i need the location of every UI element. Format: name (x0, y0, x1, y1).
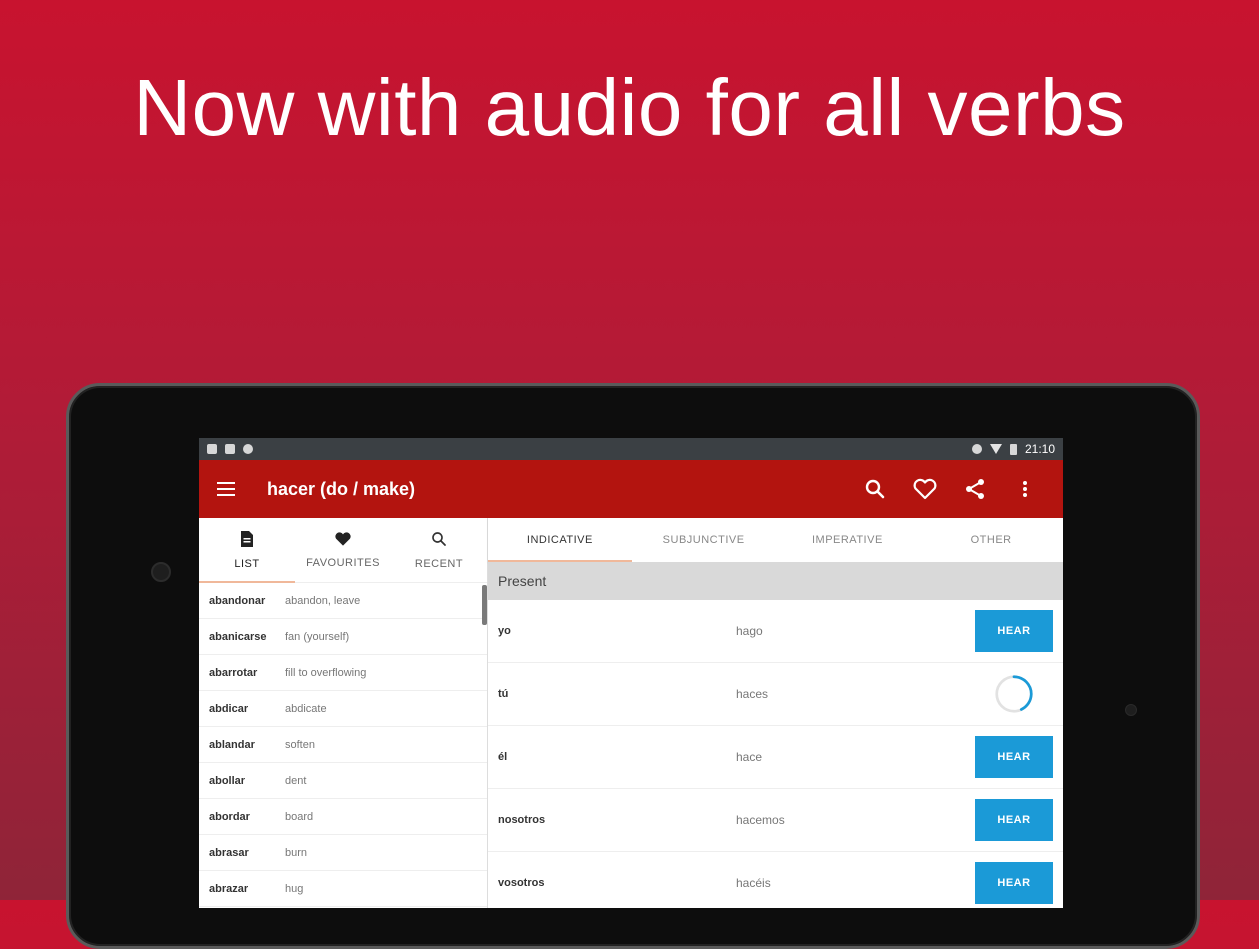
conjugated-form: hago (736, 624, 763, 638)
hear-button[interactable]: HEAR (975, 862, 1053, 904)
tab-subjunctive[interactable]: SUBJUNCTIVE (632, 518, 776, 562)
status-bar: 21:10 (199, 438, 1063, 460)
mood-tabs: INDICATIVE SUBJUNCTIVE IMPERATIVE OTHER (488, 518, 1063, 562)
pronoun: vosotros (498, 877, 545, 889)
tab-label: LIST (234, 558, 260, 570)
hear-button[interactable]: HEAR (975, 799, 1053, 841)
pronoun: yo (498, 625, 511, 637)
verb-list-pane: LIST FAVOURITES RECENT abandonar abandon,… (199, 518, 488, 908)
verb-infinitive: abordar (209, 810, 250, 823)
loading-spinner (975, 673, 1053, 715)
heart-icon[interactable] (905, 469, 945, 509)
battery-icon (1009, 443, 1017, 455)
verb-infinitive: ablandar (209, 738, 255, 751)
headline: Now with audio for all verbs (133, 63, 1126, 152)
app-title: hacer (do / make) (267, 478, 416, 499)
sensor-dot (1125, 704, 1137, 716)
conjugation-row: tú haces (488, 663, 1063, 726)
conjugation-row: él hace HEAR (488, 726, 1063, 789)
conjugated-form: hace (736, 750, 763, 764)
verb-list: abandonar abandon, leave abanicarse fan (y… (199, 583, 487, 907)
verb-translation: board (285, 810, 314, 823)
verb-translation: dent (285, 774, 307, 787)
verb-translation: fill to overflowing (285, 666, 367, 679)
tablet-frame: 21:10 hacer (do / make) LIST FAVOURITES … (66, 383, 1200, 949)
spinner-icon (995, 675, 1033, 713)
hear-button[interactable]: HEAR (975, 736, 1053, 778)
list-item[interactable]: abandonar abandon, leave (199, 583, 487, 619)
conjugation-row: yo hago HEAR (488, 600, 1063, 663)
search-recent-icon (432, 532, 446, 546)
app-screen: 21:10 hacer (do / make) LIST FAVOURITES … (199, 438, 1063, 908)
verb-infinitive: abanicarse (209, 630, 267, 643)
verb-infinitive: abdicar (209, 702, 249, 715)
menu-icon[interactable] (217, 482, 235, 496)
tab-indicative[interactable]: INDICATIVE (488, 518, 632, 562)
verb-infinitive: abandonar (209, 594, 266, 607)
verb-translation: burn (285, 846, 308, 859)
verb-infinitive: abarrotar (209, 666, 258, 679)
tab-label: RECENT (414, 558, 464, 570)
notification-icon (207, 444, 217, 454)
conjugated-form: hacéis (736, 876, 771, 890)
tense-header: Present (488, 562, 1063, 600)
verb-infinitive: abrasar (209, 846, 249, 859)
list-item[interactable]: abordar board (199, 799, 487, 835)
list-item[interactable]: abrazar hug (199, 871, 487, 907)
list-item[interactable]: abdicar abdicate (199, 691, 487, 727)
list-item[interactable]: ablandar soften (199, 727, 487, 763)
verb-infinitive: abollar (209, 774, 246, 787)
pronoun: tú (498, 688, 509, 700)
list-item[interactable]: abollar dent (199, 763, 487, 799)
pronoun: él (498, 751, 508, 763)
pronoun: nosotros (498, 814, 546, 826)
scrollbar[interactable] (482, 585, 487, 625)
tab-favourites[interactable]: FAVOURITES (295, 518, 391, 582)
verb-translation: fan (yourself) (285, 630, 350, 643)
conjugation-pane: INDICATIVE SUBJUNCTIVE IMPERATIVE OTHER … (488, 518, 1063, 908)
verb-translation: soften (285, 738, 315, 751)
tab-label: FAVOURITES (306, 557, 380, 569)
conjugation-row: nosotros hacemos HEAR (488, 789, 1063, 852)
list-item[interactable]: abrasar burn (199, 835, 487, 871)
tab-other[interactable]: OTHER (919, 518, 1063, 562)
verb-translation: abdicate (285, 702, 327, 715)
share-icon[interactable] (955, 469, 995, 509)
heart-icon (335, 532, 351, 546)
tab-imperative[interactable]: IMPERATIVE (776, 518, 920, 562)
more-vert-icon[interactable] (1005, 469, 1045, 509)
android-icon (225, 444, 235, 454)
list-item[interactable]: abarrotar fill to overflowing (199, 655, 487, 691)
conjugated-form: hacemos (736, 813, 785, 827)
notification-icon (243, 444, 253, 454)
status-time: 21:10 (1024, 442, 1055, 456)
verb-infinitive: abrazar (209, 882, 249, 895)
search-icon[interactable] (855, 469, 895, 509)
dnd-icon (971, 444, 982, 454)
tab-recent[interactable]: RECENT (391, 518, 487, 582)
list-item[interactable]: abanicarse fan (yourself) (199, 619, 487, 655)
verb-translation: hug (285, 882, 304, 895)
front-camera (151, 562, 171, 582)
wifi-icon (989, 444, 1002, 454)
document-icon (241, 531, 253, 547)
left-tabs: LIST FAVOURITES RECENT (199, 518, 487, 583)
tab-list[interactable]: LIST (199, 518, 295, 583)
hear-button[interactable]: HEAR (975, 610, 1053, 652)
app-bar: hacer (do / make) (199, 460, 1063, 518)
conjugated-form: haces (736, 687, 769, 701)
verb-translation: abandon, leave (285, 594, 361, 607)
